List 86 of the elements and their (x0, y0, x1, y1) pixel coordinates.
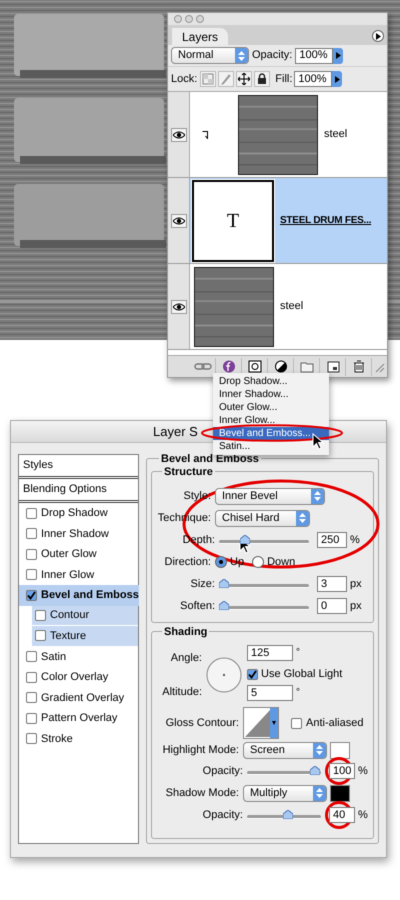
updown-arrows-icon (316, 745, 323, 755)
mode-select[interactable]: Screen (243, 742, 327, 758)
radio-button[interactable] (252, 556, 264, 568)
slider-thumb[interactable] (310, 766, 320, 775)
annotation-circle (325, 757, 353, 785)
menu-item[interactable]: Outer Glow... (213, 401, 329, 414)
unit-label: ° (296, 646, 300, 660)
checkbox-label: Use Global Light (261, 666, 342, 682)
field-label: Size: (190, 576, 215, 592)
checkbox[interactable] (247, 668, 258, 680)
checkbox[interactable] (35, 610, 46, 621)
unit-label: % (350, 532, 360, 548)
field-label: Angle: (170, 651, 202, 666)
unit-label: ° (296, 686, 300, 700)
cursor-icon (312, 433, 324, 450)
styles-list-item[interactable]: Blending Options (19, 479, 138, 503)
checkbox[interactable] (26, 651, 37, 662)
styles-list-item[interactable]: Satin (19, 646, 138, 667)
unit-label: % (358, 764, 368, 779)
mask-icon (246, 360, 264, 373)
value-field[interactable]: 100 (329, 763, 355, 779)
field-label: Opacity: (202, 764, 243, 779)
annotation-circle (325, 801, 353, 829)
checkbox[interactable] (26, 672, 37, 683)
window-title: Layer S (153, 422, 198, 441)
styles-list-item[interactable]: Pattern Overlay (19, 708, 138, 728)
checkbox[interactable] (26, 508, 37, 519)
technique-select[interactable]: Chisel Hard (215, 510, 310, 526)
styles-list-item[interactable]: Drop Shadow (19, 503, 138, 524)
unit-label: px (350, 576, 362, 592)
slider-thumb[interactable] (240, 535, 250, 544)
field-label: Highlight Mode: (162, 742, 239, 758)
slider-thumb[interactable] (283, 810, 294, 819)
contour-picker[interactable] (243, 707, 279, 739)
unit-label: px (350, 598, 362, 614)
styles-list-item[interactable]: Bevel and Emboss (19, 585, 139, 606)
field-label: Direction: (164, 554, 211, 570)
value-field[interactable]: 250 (317, 532, 347, 548)
checkbox-label: Anti-aliased (306, 716, 364, 731)
styles-list-item[interactable]: Inner Glow (19, 564, 138, 585)
style-select[interactable]: Inner Bevel (215, 488, 325, 504)
color-swatch[interactable] (330, 742, 350, 758)
styles-list-item[interactable]: Texture (32, 626, 138, 646)
angle-dial[interactable] (206, 657, 242, 693)
checkbox[interactable] (291, 718, 302, 728)
field-label: Gloss Contour: (166, 716, 239, 731)
checkbox[interactable] (26, 569, 37, 580)
menu-item[interactable]: Inner Shadow... (213, 388, 329, 401)
radio-label: Down (267, 554, 296, 570)
styles-list-item[interactable]: Contour (32, 606, 138, 626)
group-title: Shading (162, 624, 210, 640)
menu-item[interactable]: Satin... (213, 440, 329, 453)
field-label: Opacity: (202, 808, 243, 823)
checkbox[interactable] (26, 548, 37, 560)
checkbox[interactable] (26, 712, 37, 724)
styles-list-item[interactable]: Stroke (19, 728, 138, 749)
radio-button[interactable] (215, 556, 227, 568)
value-field[interactable]: 3 (317, 576, 347, 592)
altitude-field[interactable]: 5 (247, 685, 293, 701)
styles-list-item[interactable]: Outer Glow (19, 544, 138, 564)
slider-thumb[interactable] (219, 601, 229, 610)
styles-list-item[interactable]: Gradient Overlay (19, 688, 138, 708)
field-label: Shadow Mode: (166, 786, 239, 801)
styles-list-item[interactable]: Styles (19, 455, 138, 479)
value-field[interactable]: 40 (329, 807, 355, 823)
checkbox[interactable] (26, 528, 37, 540)
mode-select[interactable]: Multiply (243, 784, 327, 802)
slider-thumb[interactable] (219, 579, 229, 588)
styles-list-item[interactable]: Color Overlay (19, 667, 138, 688)
checkbox[interactable] (26, 692, 37, 704)
field-label: Altitude: (161, 684, 202, 700)
menu-item[interactable]: Drop Shadow... (213, 375, 329, 388)
checkbox[interactable] (35, 630, 46, 642)
updown-arrows-icon (314, 491, 321, 501)
checkbox[interactable] (26, 590, 37, 601)
color-swatch[interactable] (330, 784, 350, 802)
field-label: Soften: (180, 598, 215, 614)
updown-arrows-icon (316, 788, 323, 798)
checkbox[interactable] (26, 733, 37, 744)
menu-item[interactable]: Inner Glow... (213, 414, 329, 427)
updown-arrows-icon (299, 513, 306, 523)
value-field[interactable]: 0 (317, 598, 347, 614)
styles-list-item[interactable]: Inner Shadow (19, 524, 138, 544)
unit-label: % (358, 808, 368, 823)
resize-grip-icon[interactable] (373, 360, 385, 372)
angle-field[interactable]: 125 (247, 645, 293, 661)
